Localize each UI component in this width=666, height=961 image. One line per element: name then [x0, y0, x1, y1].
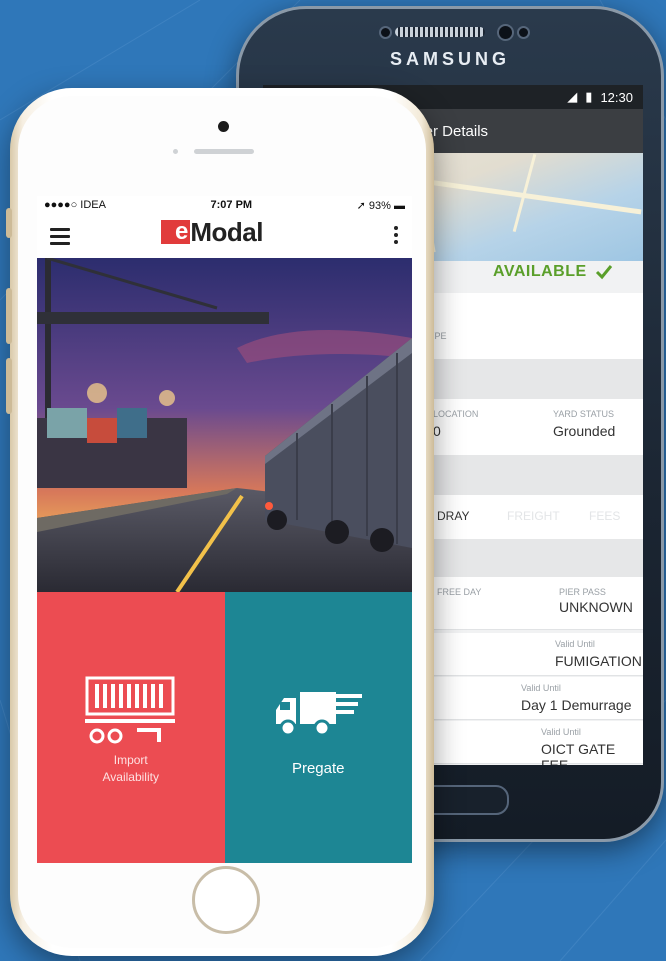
- field-value: FUMIGATION: [555, 653, 642, 669]
- label-line: Availability: [102, 770, 159, 784]
- field-value: Grounded: [553, 423, 616, 439]
- emodal-home-screen: ●●●●○ IDEA 7:07 PM ➚ 93% ▬ e Modal Impor…: [37, 196, 412, 863]
- battery-percent: 93%: [368, 199, 391, 212]
- battery-icon: ▬: [394, 199, 405, 212]
- logo-e: e: [161, 220, 191, 244]
- field-value: 0: [433, 423, 441, 439]
- front-camera-icon: [497, 24, 514, 41]
- field-label: Valid Until: [541, 727, 581, 737]
- field-value: OICT GATE FEE: [541, 741, 616, 765]
- hamburger-menu-icon[interactable]: [50, 228, 70, 249]
- feature-tiles: Import Availability Pregate: [37, 592, 412, 863]
- field-label: FREE DAY: [437, 587, 482, 597]
- sensor-icon: [379, 26, 392, 39]
- tab-freight[interactable]: FREIGHT: [507, 509, 560, 523]
- status-time: 12:30: [600, 89, 633, 105]
- container-icon: [85, 676, 175, 744]
- truck-icon: [275, 692, 362, 737]
- field-label: PIER PASS: [559, 587, 606, 597]
- field-value: UNKNOWN: [559, 599, 633, 615]
- emodal-logo: e Modal: [161, 217, 263, 247]
- speaker-grille: [395, 27, 485, 37]
- battery-indicator: ➚ 93% ▬: [357, 199, 405, 212]
- tab-dray[interactable]: DRAY: [437, 509, 469, 523]
- mute-switch: [6, 208, 12, 238]
- phone-brand: SAMSUNG: [389, 49, 510, 69]
- field-value: Day 1 Demurrage: [521, 697, 632, 713]
- volume-down-button: [6, 358, 12, 414]
- more-options-icon[interactable]: [394, 226, 398, 247]
- iphone: ●●●●○ IDEA 7:07 PM ➚ 93% ▬ e Modal Impor…: [6, 88, 434, 956]
- carrier-label: ●●●●○ IDEA: [44, 199, 106, 211]
- label-line: Import: [113, 753, 148, 767]
- pregate-label: Pregate: [291, 760, 345, 777]
- earpiece: [194, 149, 254, 154]
- hero-image: [37, 258, 412, 592]
- logo-text: Modal: [190, 217, 263, 247]
- pregate-tile[interactable]: Pregate: [224, 592, 412, 863]
- front-camera-icon: [218, 121, 229, 132]
- volume-up-button: [6, 288, 12, 344]
- import-availability-tile[interactable]: Import Availability: [37, 592, 225, 863]
- availability-status: AVAILABLE: [493, 263, 613, 281]
- tab-fees[interactable]: FEES: [589, 509, 620, 523]
- home-button: [192, 866, 260, 934]
- sensor-icon: [173, 149, 178, 154]
- import-availability-label: Import Availability: [37, 752, 225, 786]
- app-header: e Modal: [37, 214, 412, 258]
- field-label: Valid Until: [555, 639, 595, 649]
- field-label: Valid Until: [521, 683, 561, 693]
- sensor-icon: [517, 26, 530, 39]
- status-bar: ●●●●○ IDEA 7:07 PM ➚ 93% ▬: [37, 196, 412, 214]
- battery-icon: ▮: [585, 89, 593, 104]
- availability-label: AVAILABLE: [493, 263, 587, 280]
- location-icon: ➚: [356, 199, 366, 212]
- signal-icon: ◢: [567, 89, 578, 104]
- status-time: 7:07 PM: [210, 199, 253, 211]
- field-label: YARD STATUS: [553, 409, 615, 419]
- field-label: LOCATION: [433, 409, 479, 419]
- checkmark-icon: [595, 265, 612, 280]
